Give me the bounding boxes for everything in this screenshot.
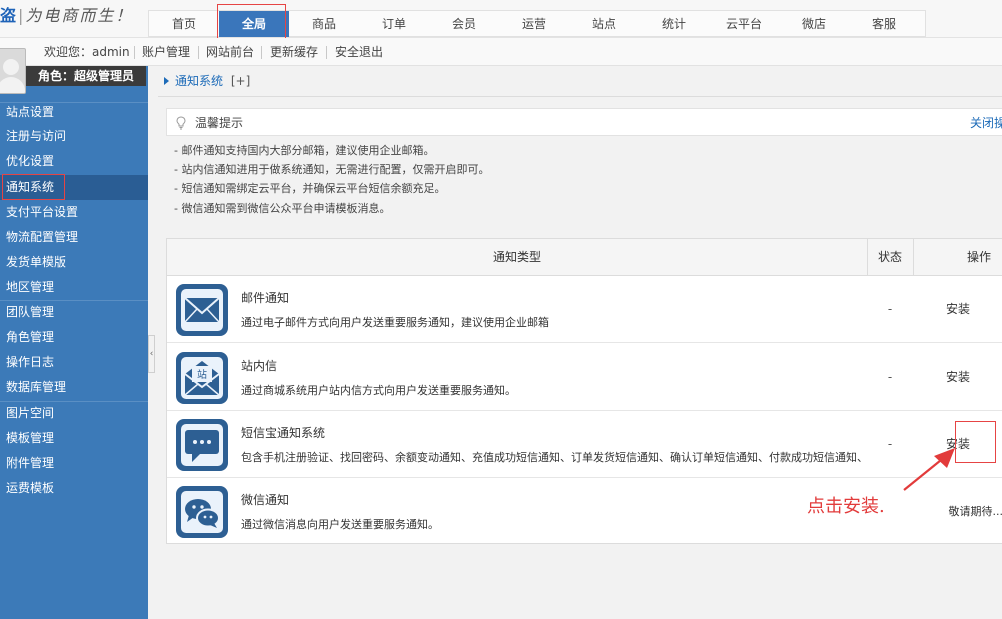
nav-goods[interactable]: 商品 <box>289 11 359 37</box>
avatar[interactable] <box>0 48 26 94</box>
sidebar-item-shipping-template[interactable]: 运费模板 <box>0 476 148 501</box>
row-title: 短信宝通知系统 <box>241 426 326 440</box>
sidebar-item-register[interactable]: 注册与访问 <box>0 124 148 149</box>
divider <box>158 96 1002 97</box>
triangle-right-icon <box>164 77 169 85</box>
column-header-type: 通知类型 <box>492 250 541 264</box>
row-status: - <box>887 370 893 384</box>
install-button[interactable]: 安装 <box>913 344 1002 411</box>
row-title: 邮件通知 <box>241 291 290 305</box>
table-row: 短信宝通知系统 包含手机注册验证、找回密码、余额变动通知、充值成功短信通知、订单… <box>167 411 1002 478</box>
nav-operations[interactable]: 运营 <box>499 11 569 37</box>
annotation-text: 点击安装. <box>807 496 885 517</box>
station-mail-icon: 站 <box>176 352 228 404</box>
wechat-icon <box>176 486 228 538</box>
divider <box>326 46 327 59</box>
column-header-status: 状态 <box>877 250 902 264</box>
sidebar-item-team[interactable]: 团队管理 <box>0 300 148 325</box>
sidebar-item-database[interactable]: 数据库管理 <box>0 375 148 400</box>
nav-orders[interactable]: 订单 <box>359 11 429 37</box>
sidebar-item-logs[interactable]: 操作日志 <box>0 350 148 375</box>
table-row: 邮件通知 通过电子邮件方式向用户发送重要服务通知，建议使用企业邮箱 - 安装 <box>167 276 1002 343</box>
column-header-action: 操作 <box>966 250 991 264</box>
row-desc: 通过电子邮件方式向用户发送重要服务通知，建议使用企业邮箱 <box>241 316 549 329</box>
frontend-link[interactable]: 网站前台 <box>206 38 254 66</box>
tip-line: - 站内信通知进用于做系统通知，无需进行配置，仅需开启即可。 <box>174 163 490 176</box>
table-header: 通知类型 状态 操作 <box>167 239 1002 276</box>
breadcrumb-expand[interactable]: [+] <box>231 74 250 88</box>
lightbulb-icon <box>176 116 186 130</box>
sidebar: 角色：超级管理员 站点设置 注册与访问 优化设置 通知系统 支付平台设置 物流配… <box>0 48 148 619</box>
sms-icon <box>176 419 228 471</box>
nav-service[interactable]: 客服 <box>849 11 919 37</box>
welcome-text: 欢迎您：admin <box>44 45 130 59</box>
logout-link[interactable]: 安全退出 <box>335 38 383 66</box>
row-title: 微信通知 <box>241 493 290 507</box>
row-title: 站内信 <box>241 359 278 373</box>
nav-microshop[interactable]: 微店 <box>779 11 849 37</box>
tips-title: 温馨提示 <box>195 116 244 130</box>
sidebar-item-site-settings[interactable]: 站点设置 <box>0 100 148 125</box>
table-row: 站 站内信 通过商城系统用户站内信方式向用户发送重要服务通知。 - 安装 <box>167 344 1002 411</box>
logo[interactable]: 盗 | 为电商而生！ <box>0 2 146 32</box>
row-desc: 通过商城系统用户站内信方式向用户发送重要服务通知。 <box>241 384 516 397</box>
nav-site[interactable]: 站点 <box>569 11 639 37</box>
sidebar-item-payment[interactable]: 支付平台设置 <box>0 200 148 225</box>
divider <box>198 46 199 59</box>
sidebar-item-images[interactable]: 图片空间 <box>0 401 148 426</box>
account-link[interactable]: 账户管理 <box>142 38 190 66</box>
refresh-cache-link[interactable]: 更新缓存 <box>270 38 318 66</box>
sidebar-item-attachments[interactable]: 附件管理 <box>0 451 148 476</box>
row-desc: 通过微信消息向用户发送重要服务通知。 <box>241 518 439 531</box>
sidebar-item-roles[interactable]: 角色管理 <box>0 325 148 350</box>
user-bar: 欢迎您：admin 账户管理 网站前台 更新缓存 安全退出 <box>0 38 1002 66</box>
breadcrumb: 通知系统 [+] <box>164 72 250 90</box>
sidebar-item-regions[interactable]: 地区管理 <box>0 275 148 300</box>
sidebar-item-notify[interactable]: 通知系统 <box>0 175 148 200</box>
nav-home[interactable]: 首页 <box>149 11 219 37</box>
sidebar-item-invoice-template[interactable]: 发货单模版 <box>0 250 148 275</box>
sidebar-item-templates[interactable]: 模板管理 <box>0 426 148 451</box>
row-desc: 包含手机注册验证、找回密码、余额变动通知、充值成功短信通知、订单发货短信通知、确… <box>241 451 868 464</box>
sidebar-item-seo[interactable]: 优化设置 <box>0 149 148 174</box>
svg-text:站: 站 <box>197 368 207 381</box>
close-tips-link[interactable]: 关闭操作提示 <box>970 109 1002 137</box>
nav-global[interactable]: 全局 <box>219 11 289 37</box>
tip-line: - 微信通知需到微信公众平台申请模板消息。 <box>174 202 391 215</box>
role-label: 角色：超级管理员 <box>26 66 146 86</box>
divider <box>261 46 262 59</box>
breadcrumb-label[interactable]: 通知系统 <box>175 74 223 88</box>
install-button[interactable]: 安装 <box>913 276 1002 343</box>
tip-line: - 短信通知需绑定云平台，并确保云平台短信余额充足。 <box>174 182 446 195</box>
logo-slogan: 为电商而生！ <box>25 6 134 25</box>
top-header: 盗 | 为电商而生！ 首页 全局 商品 订单 会员 运营 站点 统计 云平台 微店 … <box>0 0 1002 38</box>
logo-brand: 盗 <box>0 6 17 25</box>
nav-members[interactable]: 会员 <box>429 11 499 37</box>
tips-panel: 温馨提示 关闭操作提示 <box>166 108 1002 136</box>
tip-line: - 邮件通知支持国内大部分邮箱，建议使用企业邮箱。 <box>174 144 435 157</box>
collapse-sidebar-button[interactable]: ‹ <box>148 335 155 373</box>
sidebar-item-logistics[interactable]: 物流配置管理 <box>0 225 148 250</box>
row-status: - <box>887 302 893 316</box>
mail-icon <box>176 284 228 336</box>
nav-stats[interactable]: 统计 <box>639 11 709 37</box>
nav-cloud[interactable]: 云平台 <box>709 11 779 37</box>
top-nav: 首页 全局 商品 订单 会员 运营 站点 统计 云平台 微店 客服 <box>148 10 926 37</box>
arrow-icon <box>903 448 955 491</box>
divider <box>134 46 135 59</box>
